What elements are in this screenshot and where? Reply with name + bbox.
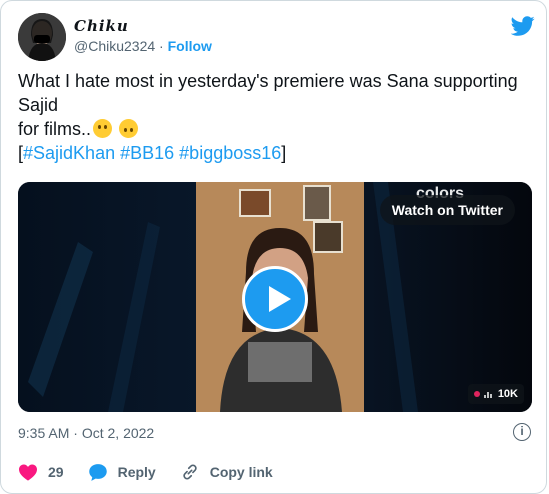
- follow-link[interactable]: Follow: [168, 38, 212, 54]
- twitter-bird-icon[interactable]: [511, 14, 535, 38]
- copy-link-button[interactable]: Copy link: [180, 462, 273, 482]
- tweet-line-2-text: for films..: [18, 119, 92, 139]
- handle-row: @Chiku2324 · Follow: [74, 38, 212, 54]
- like-button[interactable]: 29: [18, 463, 64, 481]
- tweet-line-2: for films..: [18, 117, 528, 141]
- tweet-date: Oct 2, 2022: [81, 425, 155, 441]
- avatar-image: [18, 13, 66, 61]
- hashtag-bb16[interactable]: #BB16: [120, 143, 174, 163]
- copy-link-label: Copy link: [209, 464, 273, 480]
- timestamp[interactable]: 9:35 AM · Oct 2, 2022: [18, 425, 154, 441]
- display-name[interactable]: Chiku: [74, 17, 129, 35]
- view-count: 10K: [497, 388, 518, 400]
- upside-down-emoji-icon: [119, 119, 139, 138]
- reply-label: Reply: [117, 464, 156, 480]
- user-handle[interactable]: @Chiku2324: [74, 38, 155, 54]
- like-count: 29: [48, 464, 64, 480]
- video-player[interactable]: colors Watch on Twitter 10K: [18, 182, 532, 412]
- tweet-time: 9:35 AM: [18, 425, 70, 441]
- handle-separator: ·: [159, 38, 164, 54]
- reply-bubble-icon: [88, 463, 107, 481]
- action-bar: 29 Reply Copy link: [18, 460, 297, 484]
- tweet-text: What I hate most in yesterday's premiere…: [18, 69, 528, 165]
- hashtag-line: [#SajidKhan #BB16 #biggboss16]: [18, 141, 528, 165]
- play-icon[interactable]: [242, 266, 308, 332]
- avatar[interactable]: [18, 13, 66, 61]
- reply-button[interactable]: Reply: [88, 463, 156, 482]
- watch-on-twitter-button[interactable]: Watch on Twitter: [379, 195, 515, 225]
- close-bracket: ]: [281, 143, 287, 163]
- views-chart-icon: [484, 392, 492, 398]
- hashtag-biggboss16[interactable]: #biggboss16: [179, 143, 281, 163]
- info-icon[interactable]: i: [513, 423, 531, 441]
- timestamp-separator: ·: [73, 425, 78, 441]
- live-dot-icon: [473, 391, 480, 397]
- link-icon: [183, 464, 197, 480]
- hashtag-sajidkhan[interactable]: #SajidKhan: [23, 143, 115, 163]
- tweet-embed: Chiku @Chiku2324 · Follow What I hate mo…: [0, 0, 547, 494]
- slightly-smiling-emoji-icon: [93, 119, 113, 138]
- tweet-line-1: What I hate most in yesterday's premiere…: [18, 71, 518, 115]
- heart-icon: [19, 464, 37, 481]
- view-count-badge: 10K: [467, 384, 524, 404]
